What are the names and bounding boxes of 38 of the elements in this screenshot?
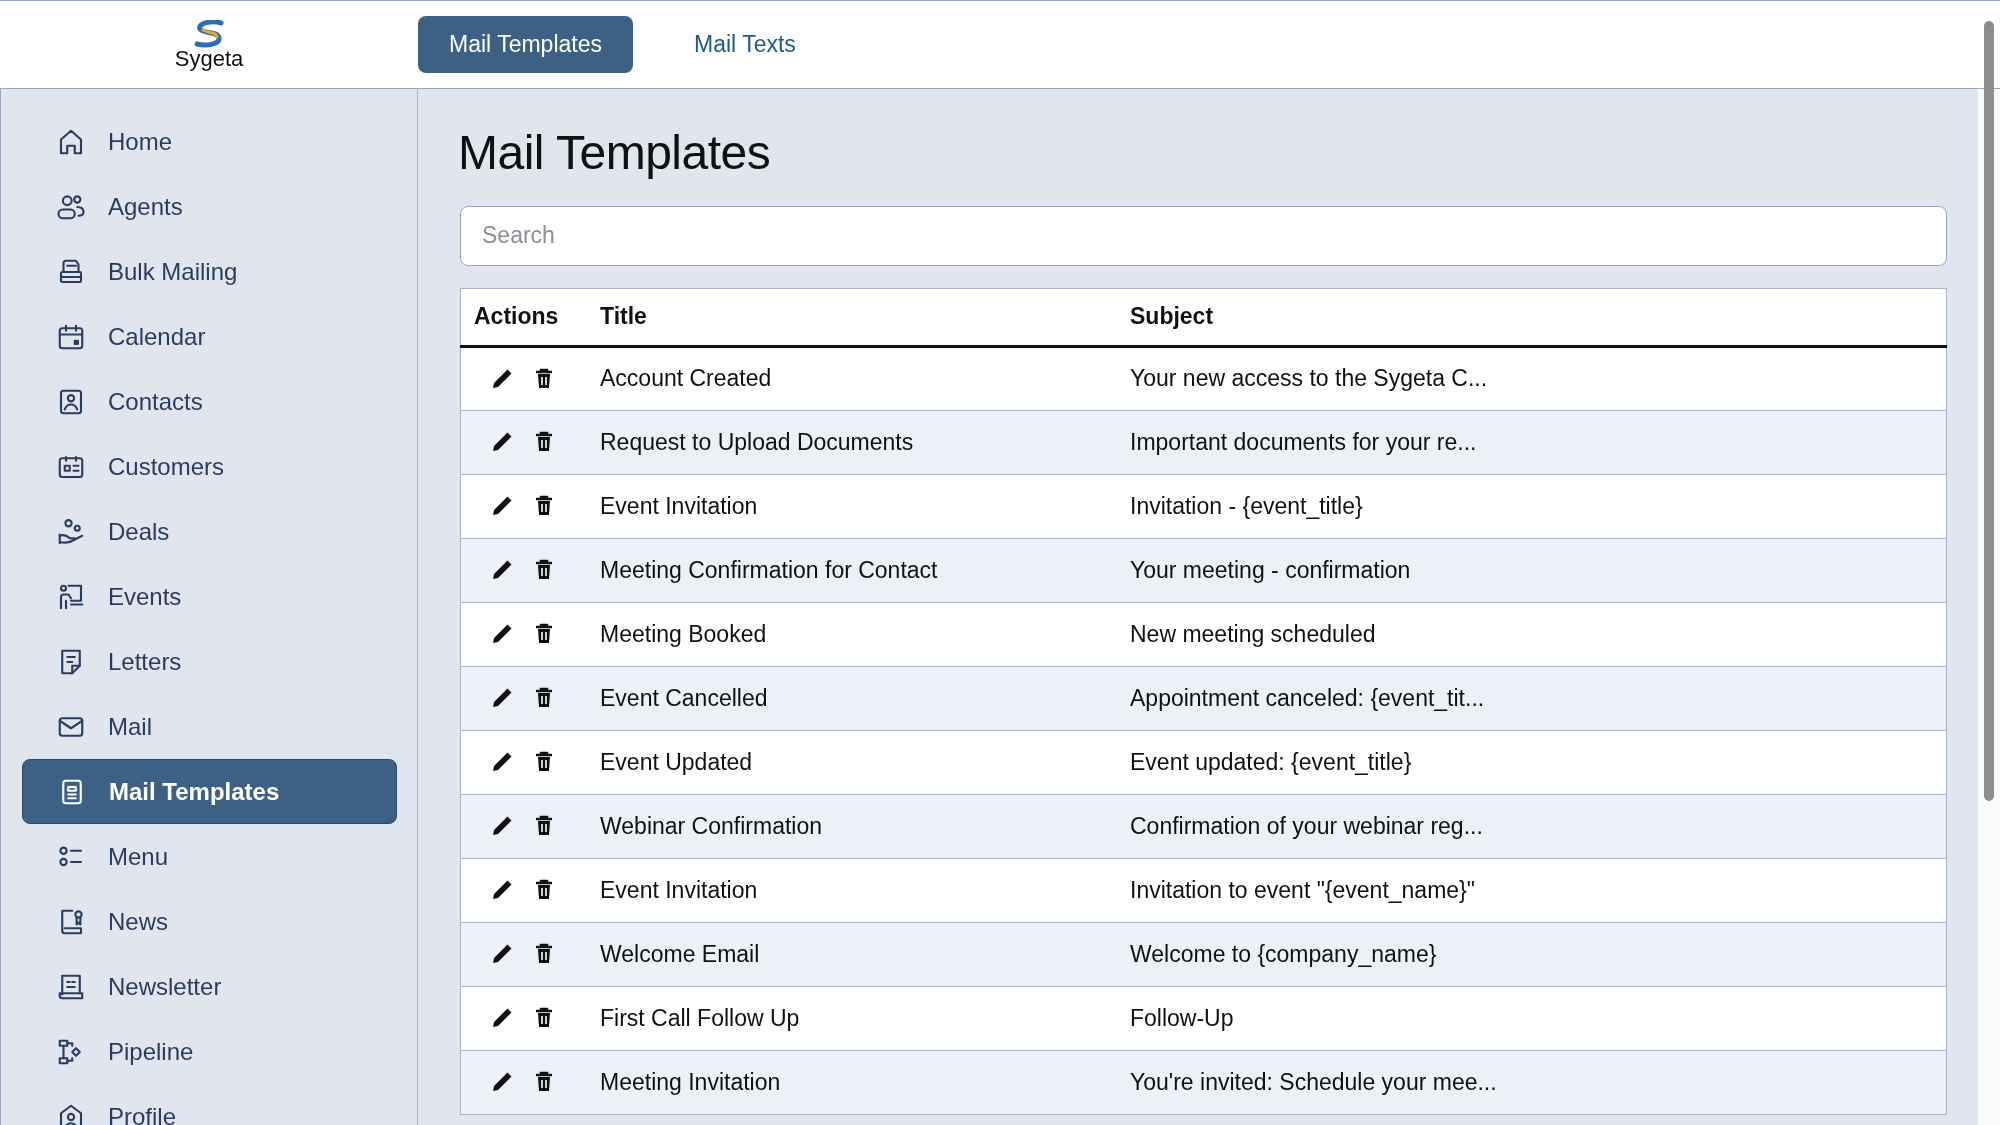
sidebar-item[interactable]: Newsletter	[22, 954, 397, 1019]
column-header: Subject	[1117, 288, 1947, 347]
table-cell: You're invited: Schedule your mee...	[1117, 1050, 1947, 1115]
hand-people-icon	[56, 516, 86, 547]
sidebar-item[interactable]: Mail	[22, 694, 397, 759]
sidebar-item[interactable]: Agents	[22, 174, 397, 239]
column-header: Title	[587, 288, 1117, 347]
search-field[interactable]: Search	[460, 205, 1947, 266]
table-cell: Webinar Confirmation	[587, 794, 1117, 859]
table-cell: Important documents for your re...	[1117, 410, 1947, 475]
page-title: Mail Templates	[458, 127, 772, 180]
table-cell: Meeting Confirmation for Contact	[587, 538, 1117, 603]
table-cell: Welcome Email	[587, 922, 1117, 987]
sidebar-item[interactable]: Profile	[22, 1084, 397, 1125]
tab[interactable]: Mail Texts	[663, 16, 827, 73]
sidebar-item[interactable]: Home	[22, 109, 397, 174]
table-cell: Your meeting - confirmation	[1117, 538, 1947, 603]
sidebar-item[interactable]: Events	[22, 564, 397, 629]
table-cell: Request to Upload Documents	[587, 410, 1117, 475]
sidebar-item[interactable]: Menu	[22, 824, 397, 889]
tab[interactable]: Mail Templates	[418, 16, 633, 73]
table-cell: Appointment canceled: {event_tit...	[1117, 666, 1947, 731]
sidebar-item[interactable]: Customers	[22, 434, 397, 499]
logo-text: Sygeta	[174, 47, 244, 70]
table-cell: Welcome to {company_name}	[1117, 922, 1947, 987]
sidebar-item[interactable]: Bulk Mailing	[22, 239, 397, 304]
sidebar-item[interactable]: News	[22, 889, 397, 954]
sidebar-item[interactable]: Pipeline	[22, 1019, 397, 1084]
sidebar-item[interactable]: Letters	[22, 629, 397, 694]
scrollbar-thumb[interactable]	[1984, 21, 1994, 801]
sidebar-item[interactable]: Deals	[22, 499, 397, 564]
column-header: Actions	[460, 288, 587, 347]
table-cell: Meeting Invitation	[587, 1050, 1117, 1115]
sidebar-item[interactable]: Mail Templates	[22, 759, 397, 824]
table-cell: Event Cancelled	[587, 666, 1117, 731]
sidebar-item[interactable]: Calendar	[22, 304, 397, 369]
sidebar-item[interactable]: Contacts	[22, 369, 397, 434]
table-cell: Confirmation of your webinar reg...	[1117, 794, 1947, 859]
